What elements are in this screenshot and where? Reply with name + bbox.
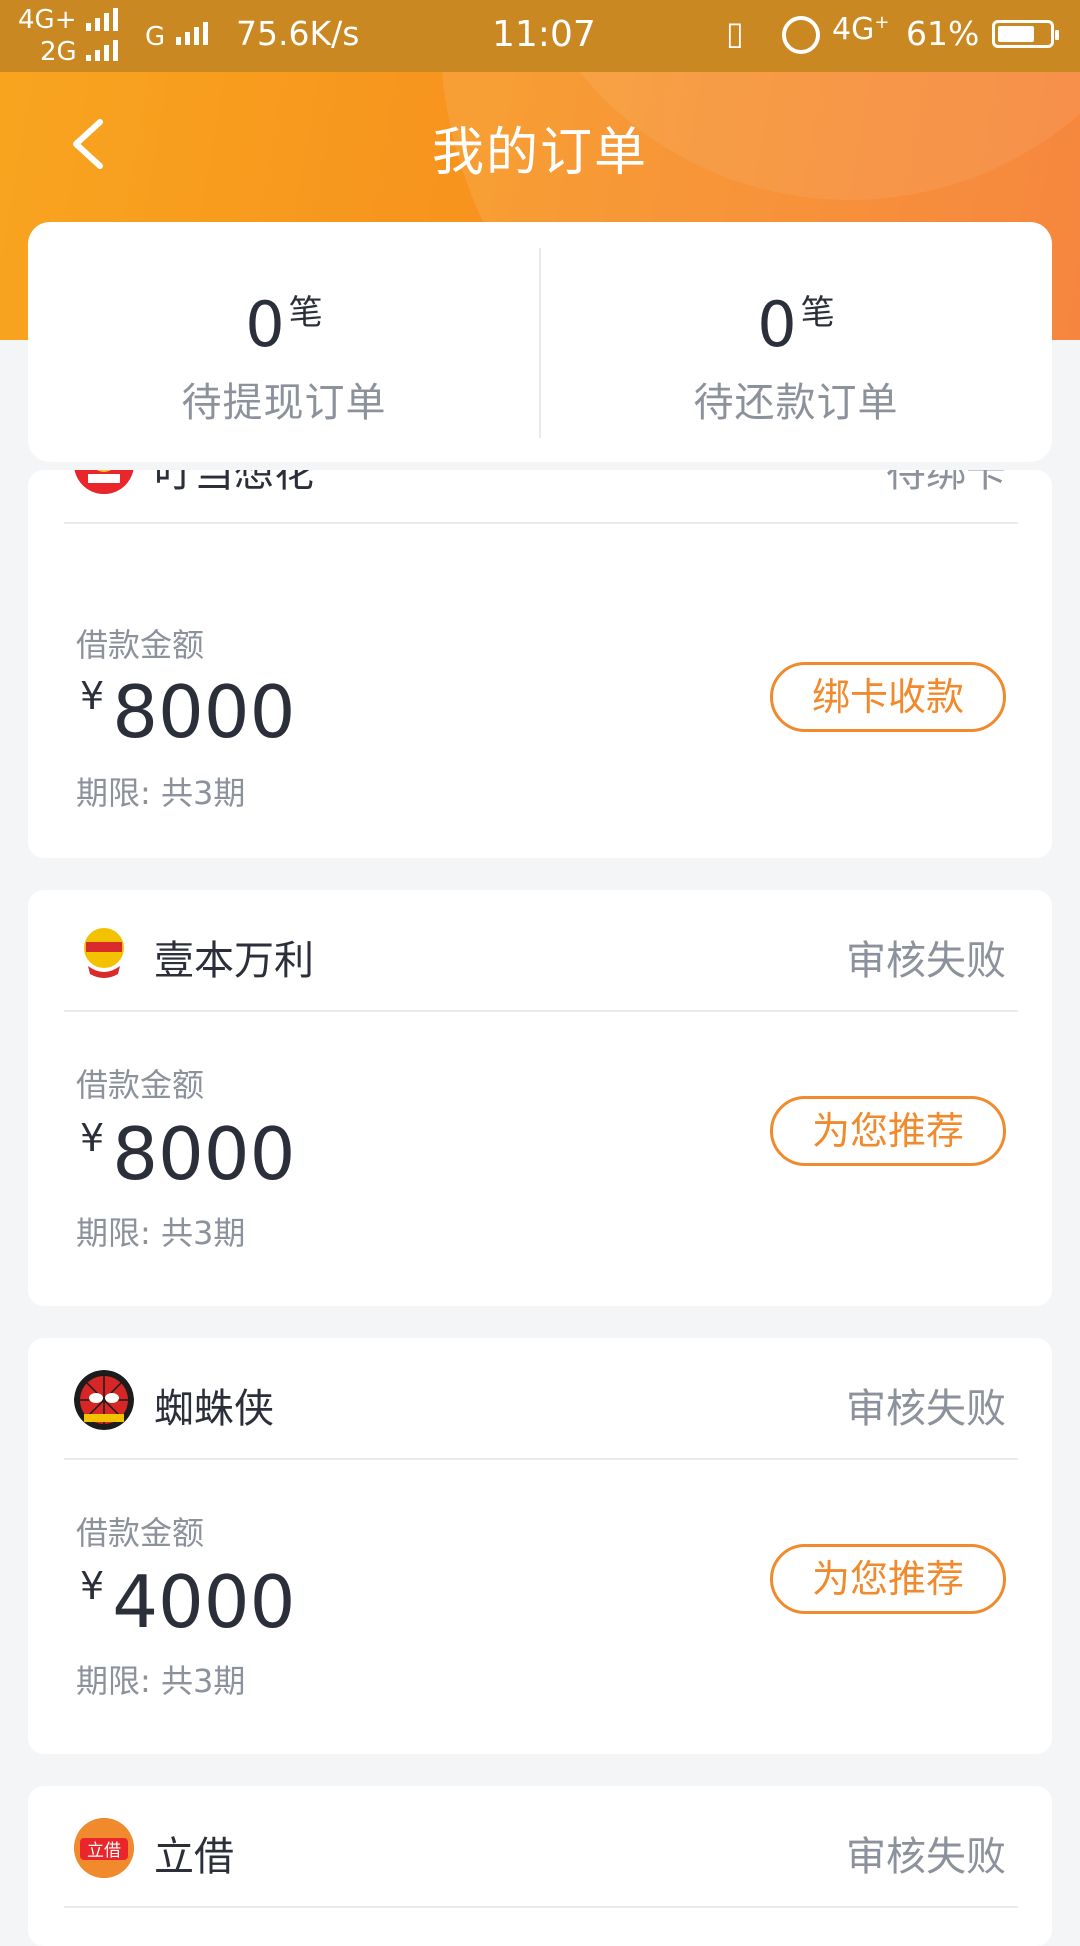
order-header: 壹本万利 审核失败 bbox=[28, 890, 1052, 1012]
lender-name: 壹本万利 bbox=[154, 938, 314, 984]
signal-icon bbox=[86, 40, 118, 61]
clock: 11:07 bbox=[492, 14, 596, 55]
pending-withdraw-count: 0 bbox=[245, 288, 285, 361]
count-unit: 笔 bbox=[288, 293, 323, 333]
divider bbox=[64, 1010, 1018, 1012]
pending-withdraw-label: 待提现订单 bbox=[181, 380, 387, 426]
order-card[interactable]: 蜘蛛侠 审核失败 借款金额 ¥4000 期限: 共3期 为您推荐 bbox=[28, 1338, 1052, 1754]
currency-symbol: ¥ bbox=[80, 1564, 105, 1608]
order-header: 叮当想花 待绑卡 bbox=[28, 470, 1052, 524]
order-status: 审核失败 bbox=[846, 1834, 1006, 1880]
page-title: 我的订单 bbox=[431, 123, 648, 183]
pending-repay-stat[interactable]: 0笔 待还款订单 bbox=[540, 292, 1052, 428]
recommend-button[interactable]: 为您推荐 bbox=[770, 1096, 1006, 1166]
network-type-right: 4G+ bbox=[832, 12, 890, 47]
pending-repay-count: 0 bbox=[757, 288, 797, 361]
order-status: 审核失败 bbox=[846, 1386, 1006, 1432]
lender-logo-icon bbox=[74, 922, 134, 982]
amount-label: 借款金额 bbox=[76, 1066, 205, 1104]
lender-name: 叮当想花 bbox=[154, 470, 314, 496]
network-speed: 75.6K/s bbox=[236, 14, 360, 53]
order-header: 立借 立借 审核失败 bbox=[28, 1786, 1052, 1908]
loan-term: 期限: 共3期 bbox=[76, 1662, 246, 1700]
amount-value: 4000 bbox=[112, 1560, 296, 1644]
amount-value: 8000 bbox=[112, 1112, 296, 1196]
alarm-icon bbox=[782, 16, 820, 54]
svg-text:立借: 立借 bbox=[87, 1841, 121, 1861]
order-card[interactable]: 壹本万利 审核失败 借款金额 ¥8000 期限: 共3期 为您推荐 bbox=[28, 890, 1052, 1306]
network-type-secondary: 2G bbox=[40, 37, 77, 67]
loan-term: 期限: 共3期 bbox=[76, 774, 246, 812]
bind-card-button[interactable]: 绑卡收款 bbox=[770, 662, 1006, 732]
divider bbox=[64, 1906, 1018, 1908]
amount-value: 8000 bbox=[112, 670, 296, 754]
order-card[interactable]: 立借 立借 审核失败 bbox=[28, 1786, 1052, 1946]
loan-amount: ¥8000 bbox=[80, 670, 295, 754]
amount-label: 借款金额 bbox=[76, 1514, 205, 1552]
order-header: 蜘蛛侠 审核失败 bbox=[28, 1338, 1052, 1460]
divider bbox=[64, 1458, 1018, 1460]
order-status: 审核失败 bbox=[846, 938, 1006, 984]
loan-amount: ¥8000 bbox=[80, 1112, 295, 1196]
order-summary-card: 0笔 待提现订单 0笔 待还款订单 bbox=[28, 222, 1052, 462]
signal-icon bbox=[86, 8, 118, 31]
divider bbox=[64, 522, 1018, 524]
battery-percent: 61% bbox=[906, 14, 980, 53]
pending-withdraw-stat[interactable]: 0笔 待提现订单 bbox=[28, 292, 540, 428]
pending-repay-label: 待还款订单 bbox=[693, 380, 899, 426]
loan-term: 期限: 共3期 bbox=[76, 1214, 246, 1252]
amount-label: 借款金额 bbox=[76, 626, 205, 664]
order-card[interactable]: 叮当想花 待绑卡 借款金额 ¥8000 期限: 共3期 绑卡收款 bbox=[28, 470, 1052, 858]
currency-symbol: ¥ bbox=[80, 674, 105, 718]
network-type-g: G bbox=[145, 22, 166, 52]
battery-icon bbox=[992, 20, 1059, 48]
lender-logo-icon bbox=[74, 470, 134, 494]
lender-name: 立借 bbox=[154, 1834, 234, 1880]
lender-logo-icon: 立借 bbox=[74, 1818, 134, 1878]
loan-amount: ¥4000 bbox=[80, 1560, 295, 1644]
count-unit: 笔 bbox=[800, 293, 835, 333]
lender-logo-icon bbox=[74, 1370, 134, 1430]
currency-symbol: ¥ bbox=[80, 1116, 105, 1160]
lender-name: 蜘蛛侠 bbox=[154, 1386, 274, 1432]
order-status: 待绑卡 bbox=[886, 470, 1006, 496]
status-bar: 4G+ 2G G 75.6K/s 11:07 ▯ 4G+ 61% bbox=[0, 0, 1080, 72]
network-type-primary: 4G+ bbox=[18, 5, 77, 35]
recommend-button[interactable]: 为您推荐 bbox=[770, 1544, 1006, 1614]
vibrate-icon: ▯ bbox=[726, 14, 744, 52]
signal-icon bbox=[176, 22, 208, 45]
